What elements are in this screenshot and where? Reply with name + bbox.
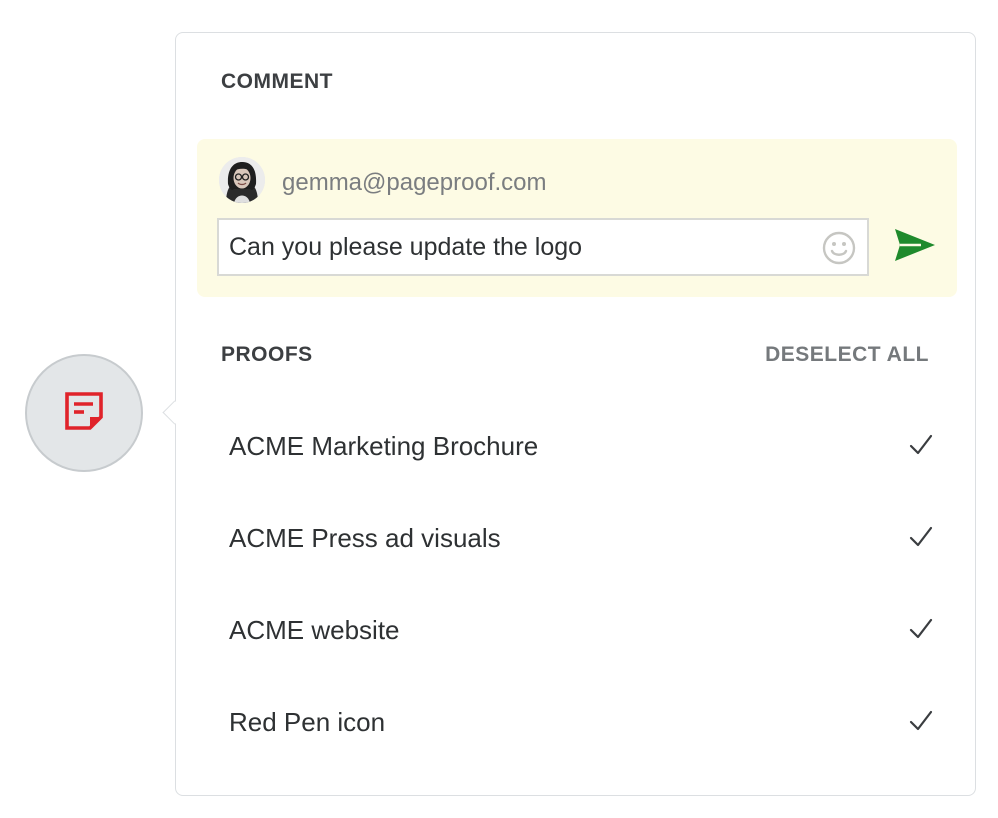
checkmark-icon (908, 525, 934, 549)
deselect-all-button[interactable]: DESELECT ALL (765, 343, 929, 367)
proof-list: ACME Marketing Brochure ACME Press ad vi… (176, 401, 977, 769)
proof-label: ACME Press ad visuals (229, 523, 501, 553)
proof-item[interactable]: ACME Press ad visuals (176, 493, 977, 585)
checkmark-icon (908, 433, 934, 457)
proof-label: ACME Marketing Brochure (229, 431, 539, 461)
comment-section-title: COMMENT (221, 70, 333, 93)
proof-item[interactable]: ACME website (176, 585, 977, 677)
checkmark-icon (908, 617, 934, 641)
author-email: gemma@pageproof.com (282, 169, 547, 196)
comment-note-icon (62, 389, 106, 438)
comment-input[interactable] (217, 218, 869, 276)
avatar (219, 157, 265, 203)
smiley-icon[interactable] (821, 230, 857, 266)
comment-type-button[interactable] (25, 354, 143, 472)
comment-popover-stage: COMMENT gemma@pageproof.com Can you plea… (0, 0, 998, 818)
proof-item[interactable]: ACME Marketing Brochure (176, 401, 977, 493)
proof-label: Red Pen icon (229, 707, 386, 737)
proof-item[interactable]: Red Pen icon (176, 677, 977, 769)
comment-composer: gemma@pageproof.com (197, 139, 957, 297)
send-arrow-icon[interactable] (891, 225, 939, 265)
proofs-section-title: PROOFS (221, 343, 313, 366)
comment-panel: COMMENT gemma@pageproof.com Can you plea… (175, 32, 976, 796)
proof-label: ACME website (229, 615, 400, 645)
checkmark-icon (908, 709, 934, 733)
